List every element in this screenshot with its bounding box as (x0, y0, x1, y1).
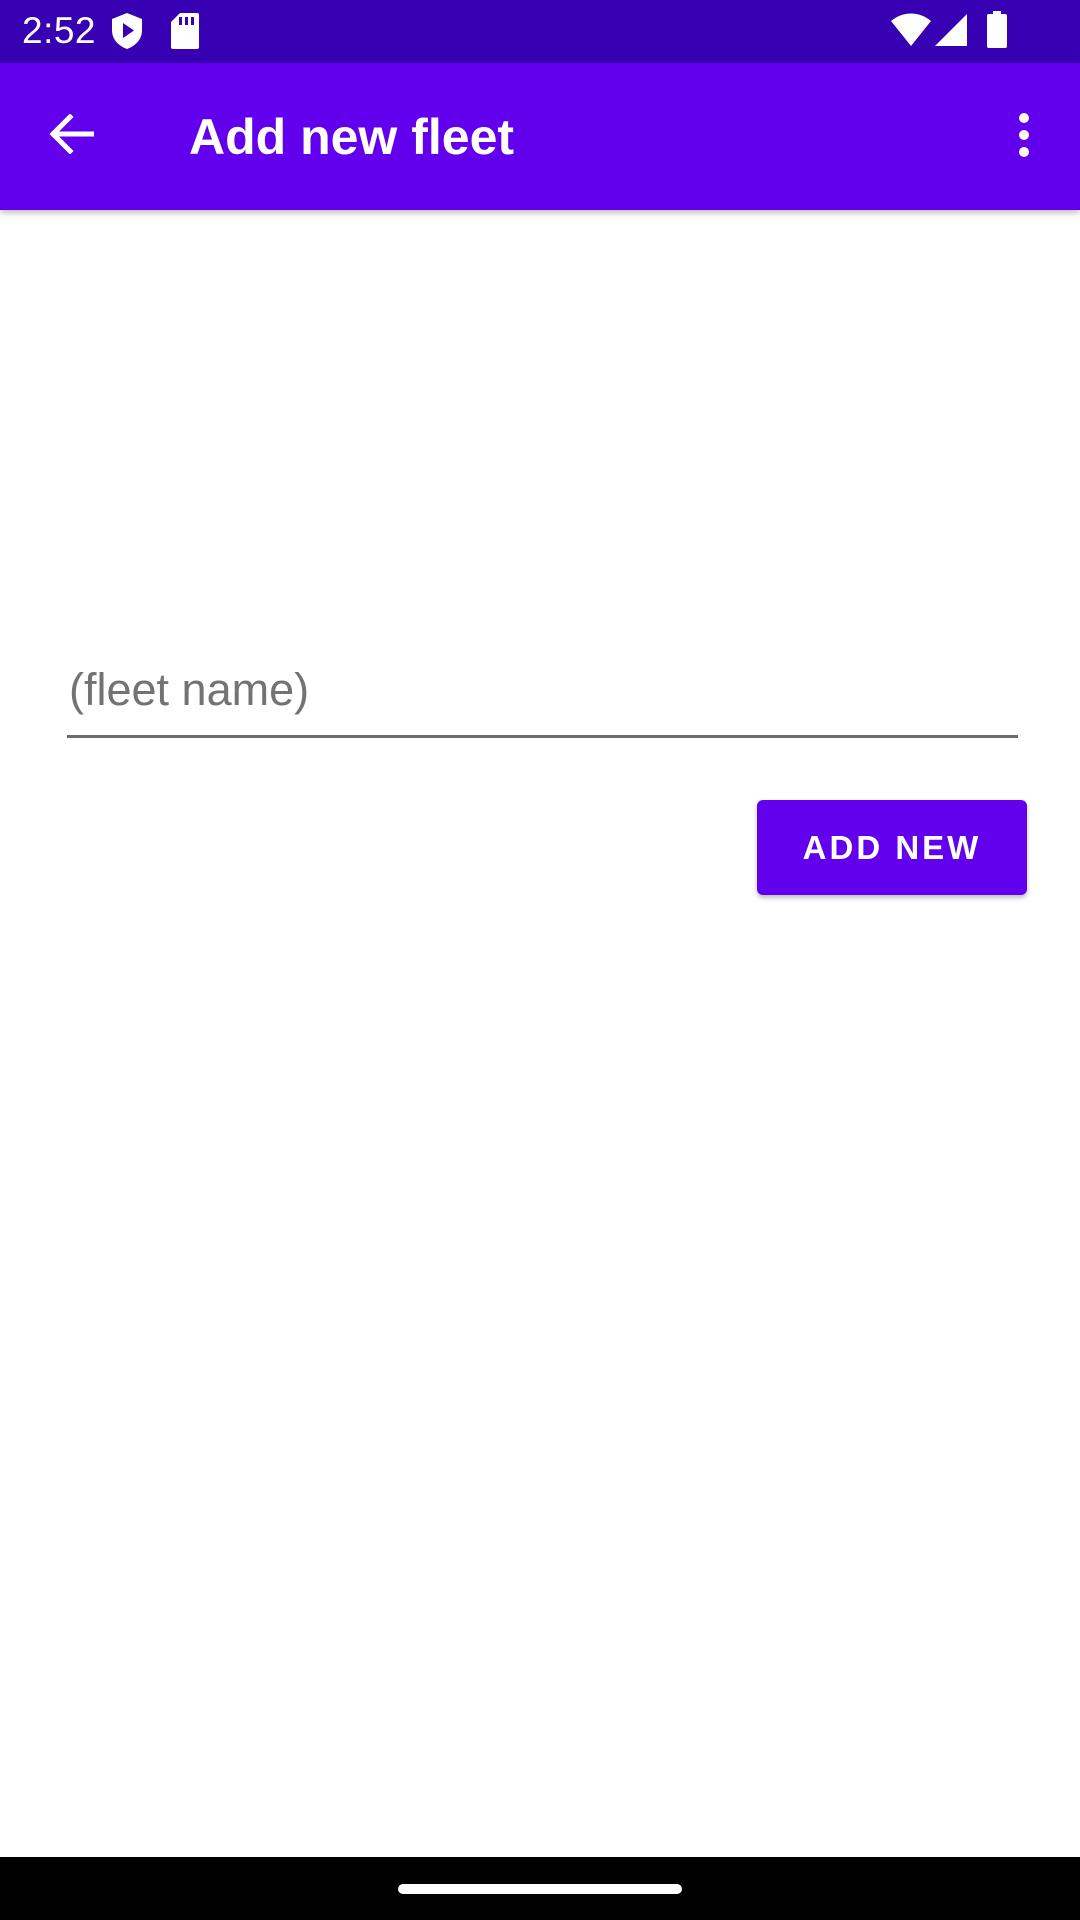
add-new-button[interactable]: ADD NEW (757, 800, 1027, 895)
battery-icon (986, 11, 1008, 49)
wifi-icon (890, 13, 932, 47)
app-bar: Add new fleet (0, 63, 1080, 210)
add-fleet-screen: 2:52 Add new fleet (fleet name) ADD NEW (0, 0, 1080, 1920)
sd-card-icon (170, 12, 200, 50)
play-protect-icon (110, 12, 144, 50)
page-title: Add new fleet (189, 109, 515, 165)
back-button[interactable] (26, 101, 116, 171)
more-options-button[interactable] (996, 101, 1052, 173)
arrow-back-icon (48, 112, 95, 159)
cell-signal-icon (934, 13, 968, 47)
navigation-bar (0, 1857, 1080, 1920)
fleet-name-input[interactable] (67, 645, 1018, 735)
status-bar: 2:52 (0, 0, 1080, 63)
home-gesture-handle[interactable] (398, 1884, 682, 1894)
more-vert-icon (1018, 112, 1030, 162)
status-time: 2:52 (22, 10, 97, 51)
fleet-name-field (67, 645, 1018, 738)
